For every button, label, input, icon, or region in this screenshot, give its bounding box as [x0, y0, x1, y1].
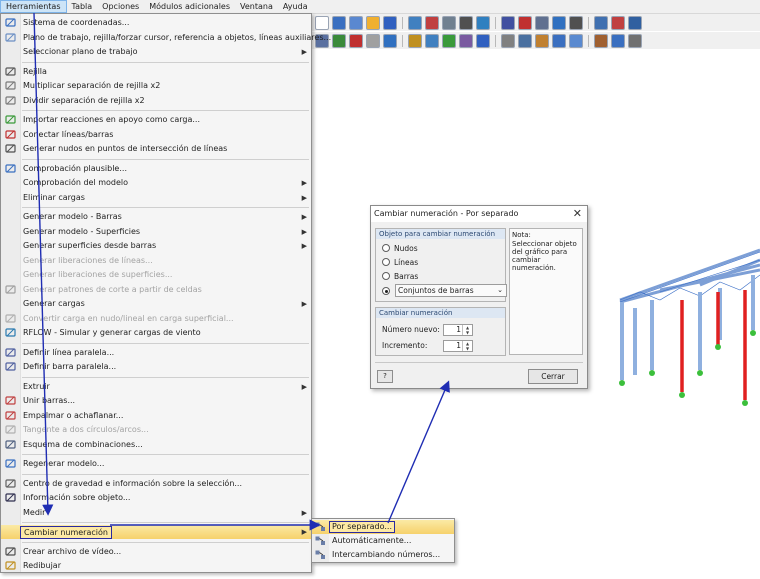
arrow-menu-to-item	[33, 12, 54, 516]
arrow-submenu-to-dialog	[387, 380, 450, 524]
annotation-arrows	[33, 12, 450, 531]
